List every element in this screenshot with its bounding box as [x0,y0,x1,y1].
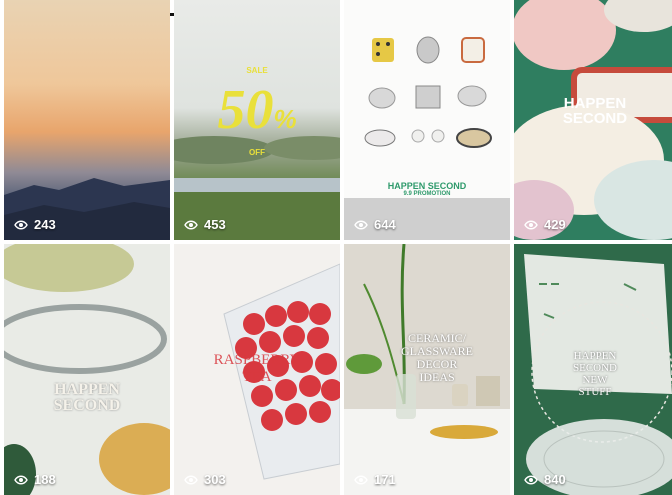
brand-title: HAPPEN SECOND [4,382,170,414]
view-count: 840 [524,472,566,487]
off-label: OFF [249,148,265,157]
product-title-line1: RASPBERRY [213,352,301,368]
brand-title-line1: HAPPEN [563,95,627,112]
post-tile[interactable]: CERAMIC/ GLASSWARE DECOR IDEAS 171 [344,244,510,495]
view-count-value: 840 [544,472,566,487]
post-tile[interactable]: HAPPEN SECOND 9.9 PROMOTION 644 [344,0,510,240]
view-count: 171 [354,472,396,487]
eye-icon [184,475,198,484]
post-tile[interactable]: RASPBERRY TEA 303 [174,244,340,495]
eye-icon [354,475,368,484]
view-count-value: 188 [34,472,56,487]
eye-icon [524,220,538,229]
post-tile[interactable]: 243 [4,0,170,240]
view-count-value: 453 [204,217,226,232]
view-count: 303 [184,472,226,487]
brand-title: HAPPEN SECOND [514,96,672,126]
view-count-value: 429 [544,217,566,232]
mountain-silhouette [4,178,170,240]
brand-title-line2: SECOND [53,397,121,414]
post-tile[interactable]: HAPPEN SECOND 188 [4,244,170,495]
post-tile[interactable]: HAPPEN SECOND 429 [514,0,672,240]
collection-title-line4: STUFF [578,386,612,398]
discount-percent-sign: % [273,104,297,134]
eye-icon [354,220,368,229]
view-count: 429 [524,217,566,232]
post-tile[interactable]: HAPPEN SECOND NEW STUFF 840 [514,244,672,495]
view-count-value: 303 [204,472,226,487]
eye-icon [14,475,28,484]
article-title: CERAMIC/ GLASSWARE DECOR IDEAS [364,332,510,384]
product-title: RASPBERRY TEA [174,352,340,386]
view-count-value: 243 [34,217,56,232]
discount-headline: 50% [174,80,340,140]
view-count-value: 644 [374,217,396,232]
post-grid: 243 SALE 50% OFF 453 HAPPEN SECOND 9.9 P… [4,0,672,495]
promo-title: HAPPEN SECOND [387,181,467,191]
collection-title-line1: HAPPEN [573,350,617,362]
view-count: 453 [184,217,226,232]
glass-bowls-image [4,244,170,495]
collection-title: HAPPEN SECOND NEW STUFF [514,350,672,398]
sale-label: SALE [246,66,268,75]
promo-subtitle: 9.9 PROMOTION [403,191,451,197]
collection-title-line3: NEW [582,374,608,386]
product-title-line2: TEA [242,369,272,385]
eye-icon [184,220,198,229]
eye-icon [14,220,28,229]
brand-title-line2: SECOND [562,110,628,127]
article-title-line4: IDEAS [419,370,455,384]
eye-icon [524,475,538,484]
view-count-value: 171 [374,472,396,487]
post-tile[interactable]: SALE 50% OFF 453 [174,0,340,240]
view-count: 243 [14,217,56,232]
collection-title-line2: SECOND [572,362,617,374]
view-count: 644 [354,217,396,232]
product-grid-image [344,36,510,240]
discount-percent: 50 [217,79,274,141]
brand-title-line1: HAPPEN [54,381,120,398]
view-count: 188 [14,472,56,487]
